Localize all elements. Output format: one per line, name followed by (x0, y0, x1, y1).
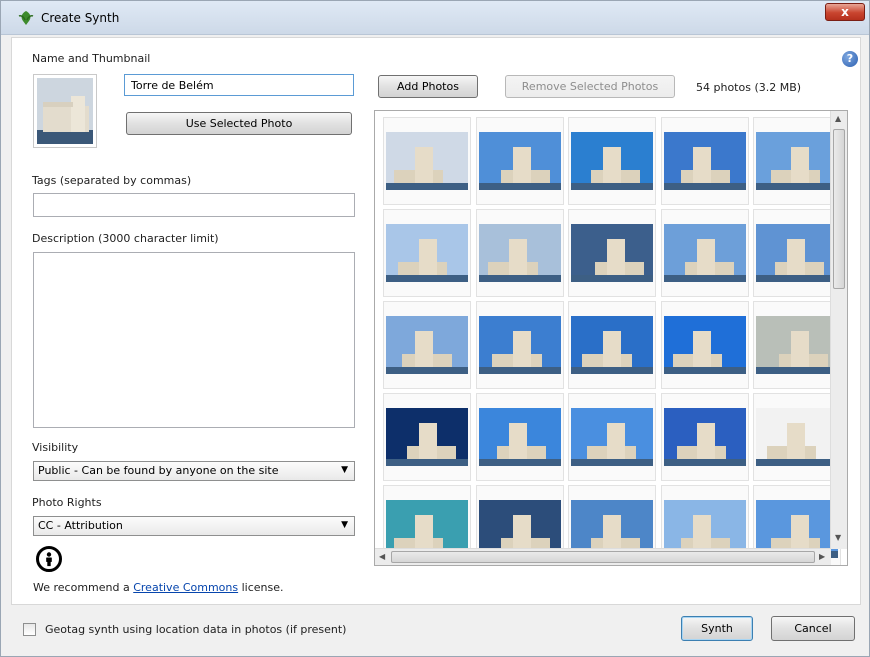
description-label: Description (3000 character limit) (32, 232, 219, 245)
photo-image (478, 132, 561, 190)
photo-image (571, 132, 653, 190)
creative-commons-link[interactable]: Creative Commons (133, 581, 238, 594)
photo-image (756, 224, 838, 282)
photo-image (756, 408, 838, 466)
name-thumbnail-label: Name and Thumbnail (32, 52, 151, 65)
photo-image (386, 132, 468, 190)
chevron-down-icon: ▼ (341, 520, 348, 530)
photo-image (663, 316, 746, 374)
photo-thumbnail[interactable] (568, 117, 656, 205)
photo-image (663, 408, 746, 466)
photo-image (571, 408, 653, 466)
cancel-button[interactable]: Cancel (771, 616, 855, 641)
horizontal-scroll-thumb[interactable] (391, 551, 815, 563)
description-textarea[interactable] (33, 252, 355, 428)
vertical-scrollbar[interactable]: ▲ ▼ (830, 111, 847, 549)
photo-thumbnail[interactable] (383, 301, 471, 389)
photo-image (386, 316, 468, 374)
horizontal-scrollbar[interactable]: ◀ ▶ (375, 548, 831, 565)
chevron-down-icon: ▼ (341, 465, 348, 475)
tags-label: Tags (separated by commas) (32, 174, 192, 187)
photo-thumbnail[interactable] (475, 301, 564, 389)
remove-selected-photos-button[interactable]: Remove Selected Photos (505, 75, 675, 98)
photo-thumbnail[interactable] (475, 393, 564, 481)
photo-thumbnail[interactable] (475, 117, 564, 205)
photo-image (571, 316, 653, 374)
tags-input[interactable] (33, 193, 355, 217)
scroll-right-icon[interactable]: ▶ (819, 552, 825, 561)
photo-thumbnail[interactable] (475, 209, 564, 297)
photo-rights-value: CC - Attribution (38, 519, 123, 532)
photo-image (386, 224, 468, 282)
photo-image (663, 224, 746, 282)
scroll-down-icon[interactable]: ▼ (835, 533, 841, 542)
cc-attribution-icon (36, 546, 62, 572)
visibility-value: Public - Can be found by anyone on the s… (38, 464, 279, 477)
geotag-label: Geotag synth using location data in phot… (45, 623, 347, 636)
vertical-scroll-thumb[interactable] (833, 129, 845, 289)
photo-thumbnail[interactable] (660, 393, 749, 481)
scroll-up-icon[interactable]: ▲ (835, 114, 841, 123)
photo-thumbnail[interactable] (383, 209, 471, 297)
photo-rights-label: Photo Rights (32, 496, 102, 509)
recommend-prefix: We recommend a (33, 581, 134, 594)
photo-thumbnail[interactable] (568, 301, 656, 389)
add-photos-button[interactable]: Add Photos (378, 75, 478, 98)
photo-thumbnail[interactable] (753, 301, 841, 389)
photo-thumbnail[interactable] (660, 209, 749, 297)
create-synth-window: Create Synth x Name and Thumbnail ? Use … (0, 0, 870, 657)
photo-image (756, 132, 838, 190)
help-icon[interactable]: ? (842, 51, 858, 67)
photo-thumbnail[interactable] (753, 117, 841, 205)
photo-image (663, 132, 746, 190)
photo-image (478, 316, 561, 374)
photo-thumbnail[interactable] (383, 117, 471, 205)
thumbnail-photo (37, 78, 93, 144)
window-title: Create Synth (41, 11, 120, 25)
title-bar[interactable]: Create Synth x (1, 1, 869, 35)
photo-thumbnail[interactable] (568, 209, 656, 297)
leaf-icon (18, 11, 34, 25)
photo-thumbnail[interactable] (753, 393, 841, 481)
dialog-body: Name and Thumbnail ? Use Selected Photo … (11, 37, 861, 605)
scroll-left-icon[interactable]: ◀ (379, 552, 385, 561)
close-button[interactable]: x (825, 3, 865, 21)
photo-thumbnail[interactable] (568, 393, 656, 481)
photo-image (571, 224, 653, 282)
photo-gallery: ▲ ▼ ◀ ▶ (374, 110, 848, 566)
photo-image (478, 408, 561, 466)
use-selected-photo-button[interactable]: Use Selected Photo (126, 112, 352, 135)
photo-image (478, 224, 561, 282)
photo-image (386, 408, 468, 466)
license-recommendation: We recommend a Creative Commons license. (33, 581, 284, 594)
synth-thumbnail[interactable] (33, 74, 97, 148)
geotag-checkbox[interactable] (23, 623, 36, 636)
synth-name-input[interactable] (124, 74, 354, 96)
photo-thumbnail[interactable] (660, 301, 749, 389)
photo-thumbnail[interactable] (660, 117, 749, 205)
recommend-suffix: license. (238, 581, 284, 594)
photo-count: 54 photos (3.2 MB) (696, 81, 802, 94)
visibility-dropdown[interactable]: Public - Can be found by anyone on the s… (33, 461, 355, 481)
photo-rights-dropdown[interactable]: CC - Attribution ▼ (33, 516, 355, 536)
synth-button[interactable]: Synth (681, 616, 753, 641)
photo-thumbnail[interactable] (753, 209, 841, 297)
photo-image (756, 316, 838, 374)
dialog-footer: Geotag synth using location data in phot… (1, 606, 869, 656)
photo-thumbnail[interactable] (383, 393, 471, 481)
visibility-label: Visibility (32, 441, 79, 454)
